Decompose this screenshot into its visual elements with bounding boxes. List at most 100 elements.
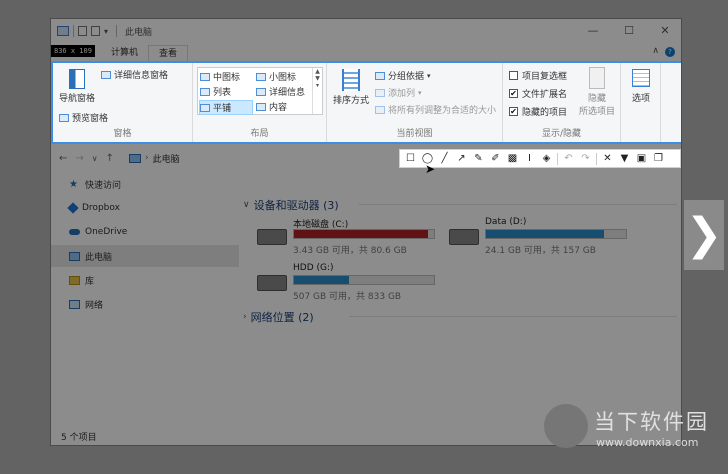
drive-usage-bar [485,229,627,239]
network-section-header[interactable]: › 网络位置 (2) [243,309,314,325]
undo-tool-icon[interactable]: ↶ [560,150,577,167]
layout-small-icons[interactable]: 小图标 [256,70,296,83]
options-group: 选项 [621,63,661,142]
cancel-tool-icon[interactable]: ✕ [599,150,616,167]
pen-tool-icon[interactable]: ✎ [470,150,487,167]
hidden-items-toggle[interactable]: ✔ 隐藏的项目 [509,105,567,118]
back-button[interactable]: ← [59,153,67,164]
hidden-items-checkbox[interactable]: ✔ [509,107,518,116]
sidebar-item-label: 此电脑 [85,252,113,263]
devices-section-header[interactable]: ∨ 设备和驱动器 (3) [243,197,339,213]
fit-columns-button[interactable]: 将所有列调整为合适的大小 [375,103,496,116]
mosaic-tool-icon[interactable]: ▩ [504,150,521,167]
properties-icon[interactable] [78,26,87,36]
sidebar-item-label: OneDrive [85,227,128,237]
sort-by-icon [342,69,360,91]
minimize-button[interactable]: — [575,19,611,43]
drive-space-info: 507 GB 可用，共 833 GB [293,292,402,302]
divider [359,204,677,205]
line-tool-icon[interactable]: ╱ [436,150,453,167]
sidebar-item-quick-access[interactable]: ★ 快速访问 [51,173,239,195]
tiles-icon [200,103,210,112]
sort-by-label: 排序方式 [332,96,369,106]
layout-list[interactable]: 列表 [200,85,231,98]
content-area: ∨ 设备和驱动器 (3) 本地磁盘 (C:) 3.43 GB 可用，共 80.6… [239,171,681,427]
options-icon [632,69,650,87]
drive-usage-bar [293,229,435,239]
tab-view[interactable]: 查看 [148,45,189,61]
layout-tiles[interactable]: 平铺 [199,100,253,115]
watermark: 当下软件园 www.downxia.com [544,402,728,466]
maximize-button[interactable]: ☐ [611,19,647,43]
ribbon-tabs: 836 x 109 计算机 查看 ∧ ? [51,43,681,61]
sidebar-item-dropbox[interactable]: Dropbox [51,197,239,219]
group-by-button[interactable]: 分组依据 ▾ [375,69,431,82]
layout-option-label: 列表 [213,88,232,98]
star-icon: ★ [69,178,78,190]
drive-c[interactable]: 本地磁盘 (C:) 3.43 GB 可用，共 80.6 GB [257,217,437,257]
preview-pane-button[interactable]: 预览窗格 [59,111,108,124]
dropbox-icon [67,202,79,214]
new-folder-icon[interactable] [91,26,100,36]
sidebar-item-libraries[interactable]: 库 [51,269,239,291]
breadcrumb[interactable]: 此电脑 [153,152,180,165]
eraser-tool-icon[interactable]: ◈ [538,150,555,167]
rectangle-tool-icon[interactable]: ☐ [402,150,419,167]
help-icon[interactable]: ? [665,47,675,57]
pc-icon[interactable] [57,26,69,36]
tab-computer[interactable]: 计算机 [101,45,148,61]
sidebar-item-label: 快速访问 [85,180,122,191]
preview-pane-label: 预览窗格 [72,114,109,124]
current-view-group: 排序方式 分组依据 ▾ 添加列 ▾ 将所有列调整为合适的大小 当前视图 [327,63,503,142]
pane-group-label: 窗格 [113,129,132,139]
sidebar-item-label: Dropbox [82,203,120,213]
drive-usage-fill [486,230,605,238]
arrow-tool-icon[interactable]: ↗ [453,150,470,167]
recent-locations-button[interactable]: ∨ [92,154,98,163]
options-button[interactable]: 选项 [623,69,659,104]
layout-gallery-scroll[interactable]: ▲ ▼ ▾ [312,68,322,114]
sidebar-item-this-pc[interactable]: 此电脑 [51,245,239,267]
content-icon [256,102,266,111]
file-extensions-checkbox[interactable]: ✔ [509,89,518,98]
details-pane-button[interactable]: 详细信息窗格 [101,68,168,81]
drive-d[interactable]: Data (D:) 24.1 GB 可用，共 157 GB [449,217,629,257]
add-column-button[interactable]: 添加列 ▾ [375,86,422,99]
divider [596,152,597,165]
drive-name: Data (D:) [485,217,527,227]
sidebar-item-onedrive[interactable]: OneDrive [51,221,239,243]
drive-usage-fill [294,276,349,284]
layout-content[interactable]: 内容 [256,100,287,113]
copy-tool-icon[interactable]: ❐ [650,150,667,167]
hide-selected-sublabel: 所选项目 [578,107,615,117]
sort-by-button[interactable]: 排序方式 [331,69,371,106]
layout-medium-icons[interactable]: 中图标 [200,70,240,83]
redo-tool-icon[interactable]: ↷ [577,150,594,167]
collapse-ribbon-icon[interactable]: ∧ [652,46,659,56]
close-button[interactable]: ✕ [647,19,681,43]
nav-pane-button[interactable]: 导航窗格 [57,69,97,104]
forward-button[interactable]: → [75,153,83,164]
mouse-cursor-icon: ➤ [425,162,436,176]
text-tool-icon[interactable]: I [521,150,538,167]
details-icon [256,87,266,96]
nav-pane-label: 导航窗格 [58,94,95,104]
chevron-down-icon: ∨ [243,200,250,210]
file-extensions-toggle[interactable]: ✔ 文件扩展名 [509,87,567,100]
item-checkboxes-checkbox[interactable] [509,71,518,80]
sidebar-item-network[interactable]: 网络 [51,293,239,315]
marker-tool-icon[interactable]: ✐ [487,150,504,167]
customize-toolbar-icon[interactable]: ▾ [104,27,108,36]
hidden-items-label: 隐藏的项目 [522,108,568,118]
hide-selected-button[interactable]: 隐藏 所选项目 [575,67,619,117]
save-tool-icon[interactable]: ▣ [633,150,650,167]
drive-g[interactable]: HDD (G:) 507 GB 可用，共 833 GB [257,263,437,303]
watermark-url: www.downxia.com [596,436,699,449]
list-icon [200,87,210,96]
pin-tool-icon[interactable]: ▼ [616,150,633,167]
up-button[interactable]: ↑ [106,153,114,164]
item-checkboxes-toggle[interactable]: 项目复选框 [509,69,567,82]
layout-details[interactable]: 详细信息 [256,85,305,98]
divider [116,25,118,37]
next-slide-button[interactable]: ❯ [684,200,724,270]
